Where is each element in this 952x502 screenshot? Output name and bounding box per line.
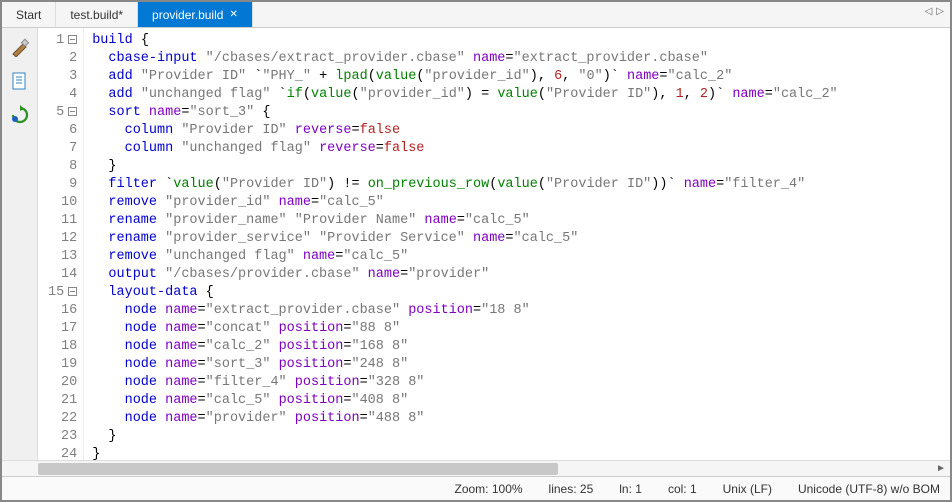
code-line[interactable]: node name="concat" position="88 8" — [92, 320, 837, 338]
line-number: 12 — [48, 230, 77, 248]
code-line[interactable]: node name="calc_2" position="168 8" — [92, 338, 837, 356]
code-area[interactable]: build { cbase-input "/cbases/extract_pro… — [84, 28, 845, 460]
line-number: 20 — [48, 374, 77, 392]
line-number: 19 — [48, 356, 77, 374]
status-bar: Zoom: 100% lines: 25 ln: 1 col: 1 Unix (… — [2, 476, 950, 500]
line-number: 13 — [48, 248, 77, 266]
line-number: 5 — [48, 104, 77, 122]
code-line[interactable]: node name="sort_3" position="248 8" — [92, 356, 837, 374]
document-tool-icon[interactable] — [7, 68, 33, 94]
line-number: 14 — [48, 266, 77, 284]
line-number: 3 — [48, 68, 77, 86]
tab-provider-build[interactable]: provider.build ✕ — [138, 2, 253, 27]
code-line[interactable]: column "unchanged flag" reverse=false — [92, 140, 837, 158]
line-number: 1 — [48, 32, 77, 50]
horizontal-scrollbar[interactable]: ◄ ► — [2, 460, 950, 476]
code-line[interactable]: cbase-input "/cbases/extract_provider.cb… — [92, 50, 837, 68]
line-number: 2 — [48, 50, 77, 68]
code-line[interactable]: filter `value("Provider ID") != on_previ… — [92, 176, 837, 194]
line-number: 9 — [48, 176, 77, 194]
close-icon[interactable]: ✕ — [229, 9, 237, 20]
line-number: 18 — [48, 338, 77, 356]
code-line[interactable]: node name="filter_4" position="328 8" — [92, 374, 837, 392]
code-line[interactable]: add "Provider ID" `"PHY_" + lpad(value("… — [92, 68, 837, 86]
status-ln: ln: 1 — [619, 482, 642, 496]
status-zoom[interactable]: Zoom: 100% — [455, 482, 523, 496]
line-number: 15 — [48, 284, 77, 302]
status-encoding[interactable]: Unicode (UTF-8) w/o BOM — [798, 482, 940, 496]
line-number: 22 — [48, 410, 77, 428]
line-gutter: 1234567891011121314151617181920212223242… — [38, 28, 84, 460]
code-editor[interactable]: 1234567891011121314151617181920212223242… — [38, 28, 950, 460]
tab-label: provider.build — [152, 8, 223, 22]
status-lines: lines: 25 — [549, 482, 594, 496]
tab-start[interactable]: Start — [2, 2, 56, 27]
code-line[interactable]: rename "provider_name" "Provider Name" n… — [92, 212, 837, 230]
scroll-right-icon[interactable]: ► — [934, 462, 948, 476]
line-number: 16 — [48, 302, 77, 320]
fold-icon[interactable] — [68, 287, 77, 296]
tab-label: test.build* — [70, 8, 123, 22]
code-line[interactable]: column "Provider ID" reverse=false — [92, 122, 837, 140]
status-col: col: 1 — [668, 482, 697, 496]
code-line[interactable]: } — [92, 158, 837, 176]
code-line[interactable]: node name="extract_provider.cbase" posit… — [92, 302, 837, 320]
line-number: 8 — [48, 158, 77, 176]
line-number: 7 — [48, 140, 77, 158]
code-line[interactable]: node name="calc_5" position="408 8" — [92, 392, 837, 410]
line-number: 24 — [48, 446, 77, 460]
line-number: 10 — [48, 194, 77, 212]
code-line[interactable]: build { — [92, 32, 837, 50]
code-line[interactable]: } — [92, 446, 837, 460]
code-line[interactable]: add "unchanged flag" `if(value("provider… — [92, 86, 837, 104]
tab-label: Start — [16, 8, 41, 22]
code-line[interactable]: output "/cbases/provider.cbase" name="pr… — [92, 266, 837, 284]
tab-prev-icon[interactable]: ◁ — [925, 6, 933, 17]
line-number: 6 — [48, 122, 77, 140]
code-line[interactable]: remove "unchanged flag" name="calc_5" — [92, 248, 837, 266]
tab-next-icon[interactable]: ▷ — [936, 6, 944, 17]
tool-sidebar — [2, 28, 38, 460]
code-line[interactable]: rename "provider_service" "Provider Serv… — [92, 230, 837, 248]
line-number: 23 — [48, 428, 77, 446]
line-number: 11 — [48, 212, 77, 230]
build-tool-icon[interactable] — [7, 34, 33, 60]
code-line[interactable]: remove "provider_id" name="calc_5" — [92, 194, 837, 212]
refresh-tool-icon[interactable] — [7, 102, 33, 128]
tab-bar: Start test.build* provider.build ✕ ◁ ▷ — [2, 2, 950, 28]
fold-icon[interactable] — [68, 107, 77, 116]
line-number: 4 — [48, 86, 77, 104]
scroll-thumb[interactable] — [38, 463, 558, 475]
line-number: 17 — [48, 320, 77, 338]
code-line[interactable]: sort name="sort_3" { — [92, 104, 837, 122]
line-number: 21 — [48, 392, 77, 410]
code-line[interactable]: node name="provider" position="488 8" — [92, 410, 837, 428]
code-line[interactable]: } — [92, 428, 837, 446]
tab-test-build[interactable]: test.build* — [56, 2, 138, 27]
status-eol[interactable]: Unix (LF) — [723, 482, 772, 496]
fold-icon[interactable] — [68, 35, 77, 44]
code-line[interactable]: layout-data { — [92, 284, 837, 302]
